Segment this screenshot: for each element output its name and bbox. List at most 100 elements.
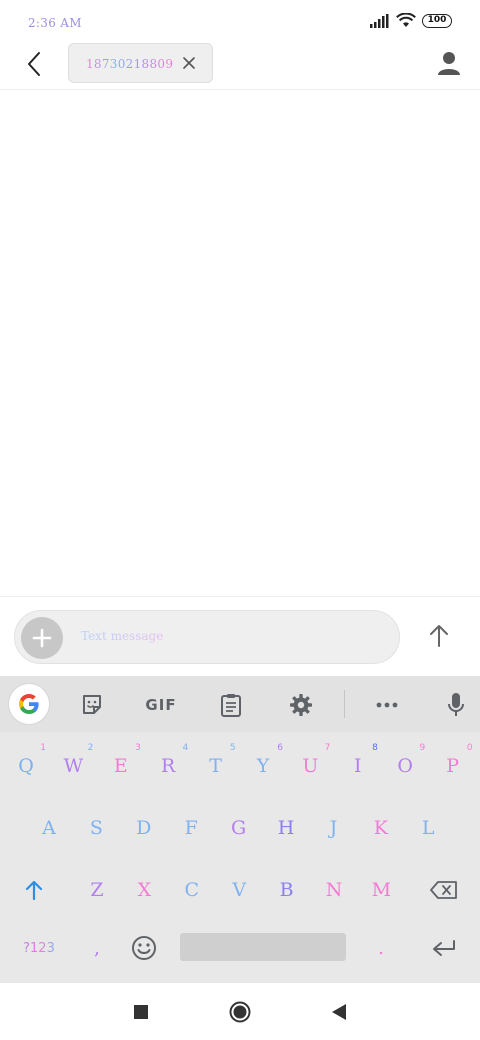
key-u[interactable]: U7 <box>287 738 333 794</box>
key-label: C <box>184 879 200 901</box>
key-hint: 8 <box>372 743 378 753</box>
key-hint: 9 <box>419 743 426 753</box>
arrow-up-icon <box>430 625 448 647</box>
emoji-key[interactable] <box>121 920 167 976</box>
key-label: I <box>354 755 362 777</box>
key-label: J <box>329 817 338 839</box>
toolbar-divider <box>344 690 345 718</box>
comma-label: , <box>93 937 101 959</box>
key-label: P <box>446 755 459 777</box>
back-button[interactable] <box>20 50 48 78</box>
key-j[interactable]: J <box>310 800 356 856</box>
square-icon <box>134 1005 148 1019</box>
period-key[interactable]: . <box>358 920 404 976</box>
key-m[interactable]: M <box>358 862 404 918</box>
sticker-button[interactable] <box>79 692 105 718</box>
key-c[interactable]: C <box>169 862 215 918</box>
key-hint: 5 <box>229 743 236 753</box>
key-k[interactable]: K <box>358 800 404 856</box>
key-i[interactable]: I8 <box>335 738 381 794</box>
message-list <box>0 91 480 596</box>
close-icon <box>183 57 195 69</box>
home-button[interactable] <box>229 1001 251 1023</box>
plus-icon <box>32 628 52 648</box>
triangle-back-icon <box>332 1004 346 1020</box>
voice-input-button[interactable] <box>443 692 469 718</box>
key-label: F <box>184 817 198 839</box>
key-x[interactable]: X <box>121 862 167 918</box>
key-v[interactable]: V <box>216 862 262 918</box>
gif-label: GIF <box>145 696 177 714</box>
clipboard-icon <box>221 694 241 717</box>
system-nav-bar <box>0 982 480 1040</box>
backspace-icon <box>430 881 457 899</box>
wifi-icon <box>396 13 416 27</box>
key-e[interactable]: E3 <box>98 738 144 794</box>
key-label: Z <box>90 879 104 901</box>
enter-key[interactable] <box>412 920 476 976</box>
backspace-key[interactable] <box>412 862 476 918</box>
add-contact-button[interactable] <box>436 50 462 76</box>
google-search-button[interactable] <box>9 684 49 724</box>
key-hint: 3 <box>135 743 141 753</box>
recipient-number: 18730218809 <box>86 57 174 71</box>
gif-button[interactable]: GIF <box>144 692 178 718</box>
gear-icon <box>290 694 312 716</box>
period-label: . <box>377 937 385 959</box>
symbols-key[interactable]: ?123 <box>8 920 70 976</box>
nav-back-button[interactable] <box>328 1001 350 1023</box>
key-label: K <box>373 817 388 839</box>
shift-arrow-icon <box>25 880 43 901</box>
key-label: H <box>277 817 295 839</box>
key-g[interactable]: G <box>216 800 262 856</box>
key-y[interactable]: Y6 <box>240 738 286 794</box>
key-b[interactable]: B <box>264 862 310 918</box>
more-options-button[interactable] <box>374 692 400 718</box>
key-l[interactable]: L <box>405 800 451 856</box>
microphone-icon <box>448 693 464 716</box>
status-icons: 100 <box>370 13 452 28</box>
attach-button[interactable] <box>21 617 63 659</box>
key-w[interactable]: W2 <box>50 738 96 794</box>
conversation-header: 18730218809 <box>0 42 480 90</box>
recipient-chip[interactable]: 18730218809 <box>68 43 213 83</box>
key-label: E <box>113 755 128 777</box>
clipboard-button[interactable] <box>218 692 244 718</box>
key-a[interactable]: A <box>26 800 72 856</box>
remove-recipient-button[interactable] <box>180 54 198 72</box>
settings-button[interactable] <box>288 692 314 718</box>
key-r[interactable]: R4 <box>145 738 191 794</box>
key-label: R <box>161 755 176 777</box>
status-time: 2:36 AM <box>28 16 82 30</box>
key-label: G <box>231 817 247 839</box>
person-icon <box>438 52 460 75</box>
key-t[interactable]: T5 <box>193 738 239 794</box>
battery-indicator: 100 <box>422 13 452 28</box>
key-q[interactable]: Q1 <box>3 738 49 794</box>
shift-key[interactable] <box>2 862 66 918</box>
comma-key[interactable]: , <box>74 920 120 976</box>
send-button[interactable] <box>424 621 454 651</box>
key-f[interactable]: F <box>168 800 214 856</box>
key-label: W <box>63 755 84 777</box>
keyboard-toolbar: GIF <box>0 676 480 732</box>
message-input[interactable]: Text message <box>14 610 400 664</box>
key-s[interactable]: S <box>73 800 119 856</box>
key-o[interactable]: O9 <box>382 738 428 794</box>
key-n[interactable]: N <box>311 862 357 918</box>
key-z[interactable]: Z <box>74 862 120 918</box>
recents-button[interactable] <box>130 1001 152 1023</box>
key-label: X <box>137 879 152 901</box>
home-circle-icon <box>229 1001 251 1023</box>
chevron-left-icon <box>28 52 40 76</box>
key-p[interactable]: P0 <box>430 738 476 794</box>
key-h[interactable]: H <box>263 800 309 856</box>
key-hint: 0 <box>466 743 473 753</box>
space-key[interactable] <box>180 933 346 961</box>
emoji-icon <box>132 936 156 960</box>
google-icon <box>19 694 39 714</box>
key-d[interactable]: D <box>121 800 167 856</box>
key-label: D <box>136 817 152 839</box>
keyboard: G I F Q 1 W 2 E 3 R 4 T 5 Y 6 U 7 I 8 O 9 … <box>0 676 480 982</box>
sticker-icon <box>83 695 101 714</box>
